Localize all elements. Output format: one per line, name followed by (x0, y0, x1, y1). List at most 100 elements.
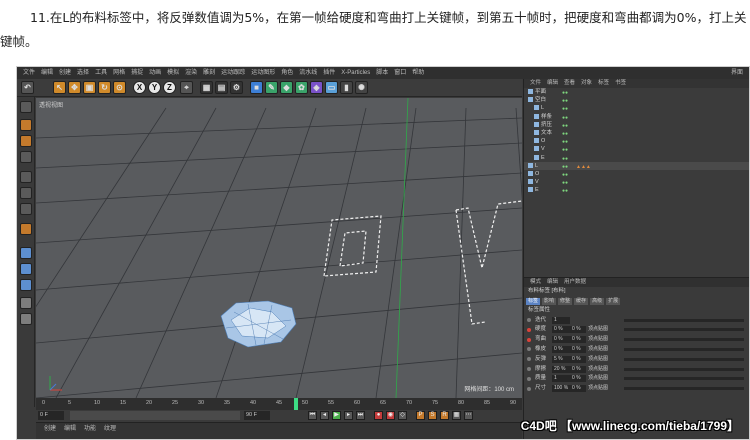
attribute-subtab[interactable]: 扩展 (606, 297, 621, 305)
object-name[interactable]: E (541, 155, 545, 161)
object-menu-item[interactable]: 文件 (530, 79, 541, 88)
attribute-value-field[interactable]: 0 % (552, 326, 570, 334)
object-name[interactable]: E (535, 187, 539, 193)
texture-mode-icon[interactable] (20, 135, 32, 147)
keyframe-dot-icon[interactable] (527, 327, 531, 332)
attribute-map-field[interactable]: 0 % (570, 326, 586, 334)
rotation-key-icon[interactable]: R (440, 411, 449, 420)
attribute-subtab[interactable]: 影响 (542, 297, 557, 305)
pla-key-icon[interactable]: ⋯ (464, 411, 473, 420)
play-icon[interactable]: ▶ (332, 411, 341, 420)
viewport-label[interactable]: 透视视图 (39, 100, 63, 109)
object-row[interactable]: L ●● (524, 104, 749, 112)
axis-mode-icon[interactable] (20, 223, 32, 235)
go-to-end-icon[interactable]: ⏭ (356, 411, 365, 420)
attribute-subtab[interactable]: 修整 (558, 297, 573, 305)
attribute-value-field[interactable]: 5 % (552, 355, 570, 363)
param-key-icon[interactable]: ▦ (452, 411, 461, 420)
visibility-flags-icon[interactable]: ●● (562, 187, 568, 195)
material-menu-item[interactable]: 编辑 (64, 423, 76, 435)
coordinate-system-icon[interactable]: ⌖ (180, 81, 193, 94)
axis-y-button[interactable]: Y (148, 81, 161, 94)
object-row[interactable]: L ●● ▲▲▲ (524, 161, 749, 170)
keyframe-dot-icon[interactable] (527, 337, 531, 342)
object-row[interactable]: 平面 ●● (524, 88, 749, 96)
menu-item[interactable]: 工具 (95, 67, 107, 79)
keyframe-dot-icon[interactable] (527, 357, 531, 362)
render-view-icon[interactable]: ▦ (200, 81, 213, 94)
object-row[interactable]: 文本 ●● (524, 129, 749, 137)
tweak-mode-icon[interactable] (20, 247, 32, 259)
rotate-icon[interactable]: ↻ (98, 81, 111, 94)
perspective-viewport[interactable]: 透视视图 网格间距：100 cm (36, 98, 522, 398)
axis-z-button[interactable]: Z (163, 81, 176, 94)
menu-item[interactable]: 脚本 (376, 67, 388, 79)
keyframe-selection-icon[interactable]: ◇ (398, 411, 407, 420)
render-picture-viewer-icon[interactable]: ▤ (215, 81, 228, 94)
menu-item[interactable]: 窗口 (394, 67, 406, 79)
previous-key-icon[interactable]: ◂ (320, 411, 329, 420)
object-menu-item[interactable]: 查看 (564, 79, 575, 88)
move-icon[interactable]: ✥ (68, 81, 81, 94)
attribute-map-field[interactable]: 0 % (570, 345, 586, 353)
attribute-value-field[interactable]: 1 (552, 316, 570, 324)
object-row[interactable]: O ●● (524, 137, 749, 145)
object-name[interactable]: 平面 (535, 89, 546, 95)
vertex-map-link-field[interactable] (624, 338, 744, 342)
frame-range-slider[interactable] (70, 411, 240, 420)
snap-icon[interactable] (20, 263, 32, 275)
light-icon[interactable]: ✺ (355, 81, 368, 94)
object-row[interactable]: 挤压 ●● (524, 121, 749, 129)
object-name[interactable]: 挤压 (541, 122, 552, 128)
go-to-start-icon[interactable]: ⏮ (308, 411, 317, 420)
planar-workplane-icon[interactable] (20, 297, 32, 309)
object-name[interactable]: 样条 (541, 114, 552, 120)
object-row[interactable]: V ●● (524, 178, 749, 186)
object-menu-item[interactable]: 标签 (598, 79, 609, 88)
vertex-map-link-field[interactable] (624, 347, 744, 351)
menu-item[interactable]: 模拟 (167, 67, 179, 79)
menu-item[interactable]: 角色 (281, 67, 293, 79)
recent-tool-icon[interactable]: ⊙ (113, 81, 126, 94)
menu-item[interactable]: 运动图形 (251, 67, 275, 79)
points-mode-icon[interactable] (20, 171, 32, 183)
floor-icon[interactable]: ▭ (325, 81, 338, 94)
menu-item[interactable]: 渲染 (185, 67, 197, 79)
vertex-map-link-field[interactable] (624, 387, 744, 391)
attribute-value-field[interactable]: 1 (552, 375, 570, 383)
menu-item[interactable]: 帮助 (412, 67, 424, 79)
attribute-value-field[interactable]: 100 % (552, 385, 570, 393)
attribute-value-field[interactable]: 0 % (552, 336, 570, 344)
attribute-value-field[interactable]: 0 % (552, 345, 570, 353)
vertex-map-link-field[interactable] (624, 318, 744, 322)
playhead-marker[interactable] (294, 398, 298, 410)
edges-mode-icon[interactable] (20, 187, 32, 199)
object-name[interactable]: L (535, 163, 538, 169)
keyframe-dot-icon[interactable] (527, 318, 531, 323)
layout-label[interactable]: 界面 (731, 67, 743, 79)
object-menu-item[interactable]: 编辑 (547, 79, 558, 88)
live-select-icon[interactable]: ↖ (53, 81, 66, 94)
object-row[interactable]: V ●● (524, 145, 749, 153)
end-frame-field[interactable]: 90 F (244, 411, 270, 420)
attribute-map-field[interactable]: 0 % (570, 365, 586, 373)
deformer-icon[interactable]: ◈ (310, 81, 323, 94)
axis-x-button[interactable]: X (133, 81, 146, 94)
timeline-ruler[interactable]: 0 5 10 15 20 25 30 35 40 45 50 55 60 65 70 75 80 85 90 (36, 398, 522, 410)
object-row[interactable]: O ●● (524, 170, 749, 178)
attribute-map-field[interactable]: 0 % (570, 375, 586, 383)
menu-item[interactable]: X-Particles (341, 67, 370, 79)
menu-item[interactable]: 捕捉 (131, 67, 143, 79)
cube-icon[interactable]: ■ (250, 81, 263, 94)
vertex-map-link-field[interactable] (624, 328, 744, 332)
undo-icon[interactable]: ↶ (21, 81, 34, 94)
object-name[interactable]: V (535, 179, 539, 185)
scale-key-icon[interactable]: S (428, 411, 437, 420)
menu-item[interactable]: 文件 (23, 67, 35, 79)
position-key-icon[interactable]: P (416, 411, 425, 420)
attribute-menu-item[interactable]: 模式 (530, 278, 541, 287)
object-row[interactable]: E ●● (524, 154, 749, 162)
menu-item[interactable]: 创建 (59, 67, 71, 79)
polygons-mode-icon[interactable] (20, 203, 32, 215)
menu-item[interactable]: 流水线 (299, 67, 317, 79)
